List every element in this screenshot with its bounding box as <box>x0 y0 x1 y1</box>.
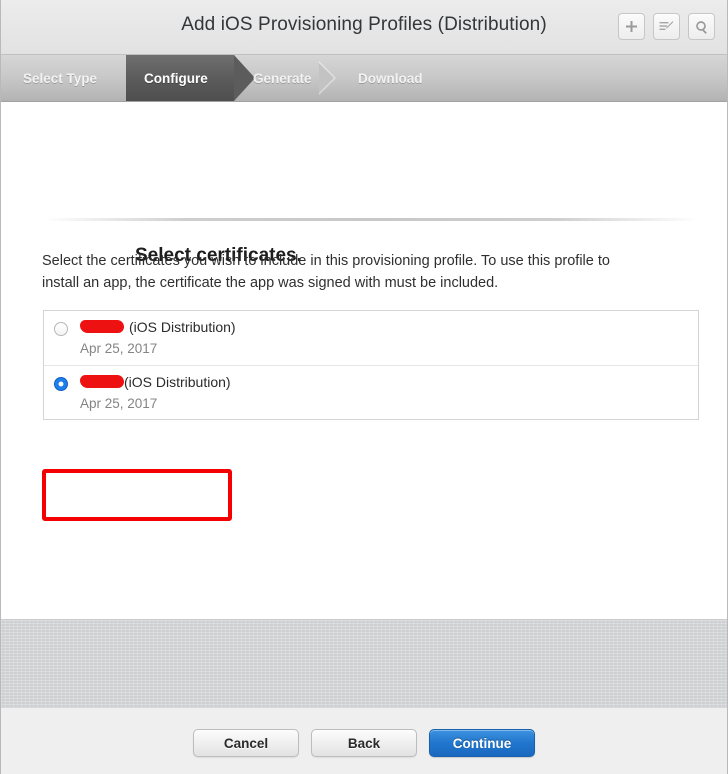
provisioning-profile-window: Add iOS Provisioning Profiles (Distribut… <box>0 0 728 774</box>
annotation-highlight-box <box>42 469 232 521</box>
certificate-date: Apr 25, 2017 <box>80 341 158 356</box>
edit-list-icon <box>659 20 674 33</box>
certificate-row[interactable]: (iOS Distribution) Apr 25, 2017 <box>44 365 698 419</box>
certificate-row[interactable]: (iOS Distribution) Apr 25, 2017 <box>44 311 698 365</box>
back-button[interactable]: Back <box>311 729 417 757</box>
redacted-name <box>80 375 124 388</box>
footer-buttons: Cancel Back Continue <box>1 729 727 757</box>
step-download[interactable]: Download <box>358 55 423 101</box>
step-separator <box>319 61 336 95</box>
step-label: Configure <box>144 70 208 86</box>
titlebar-actions <box>618 13 715 40</box>
add-button[interactable] <box>618 13 645 40</box>
step-generate[interactable]: Generate <box>253 55 312 101</box>
active-step-arrow <box>234 55 255 101</box>
step-label: Generate <box>253 70 312 86</box>
certificate-radio[interactable] <box>54 322 68 336</box>
title-bar: Add iOS Provisioning Profiles (Distribut… <box>1 0 727 55</box>
content-area: Select certificates. Select the certific… <box>1 102 727 619</box>
step-select-type[interactable]: Select Type <box>23 55 97 101</box>
redacted-name <box>80 320 124 333</box>
instructions-text: Select the certificates you wish to incl… <box>42 253 610 292</box>
cancel-button[interactable]: Cancel <box>193 729 299 757</box>
certificate-name-line: (iOS Distribution) <box>80 319 236 335</box>
search-icon <box>695 20 709 34</box>
heading-divider <box>43 218 699 221</box>
step-breadcrumb: Select Type Configure Generate Download <box>1 55 727 102</box>
step-label: Select Type <box>23 70 98 86</box>
texture-band <box>1 619 727 708</box>
certificate-date: Apr 25, 2017 <box>80 396 158 411</box>
certificate-name-line: (iOS Distribution) <box>80 374 231 390</box>
certificate-type: (iOS Distribution) <box>129 319 236 335</box>
search-button[interactable] <box>688 13 715 40</box>
certificate-radio[interactable] <box>54 377 68 391</box>
certificate-list: (iOS Distribution) Apr 25, 2017 (iOS Dis… <box>43 310 699 420</box>
footer-bar: Cancel Back Continue <box>1 707 727 774</box>
certificate-type: (iOS Distribution) <box>124 374 231 390</box>
continue-button[interactable]: Continue <box>429 729 535 757</box>
plus-icon <box>625 20 638 33</box>
step-label: Download <box>358 70 423 86</box>
edit-button[interactable] <box>653 13 680 40</box>
